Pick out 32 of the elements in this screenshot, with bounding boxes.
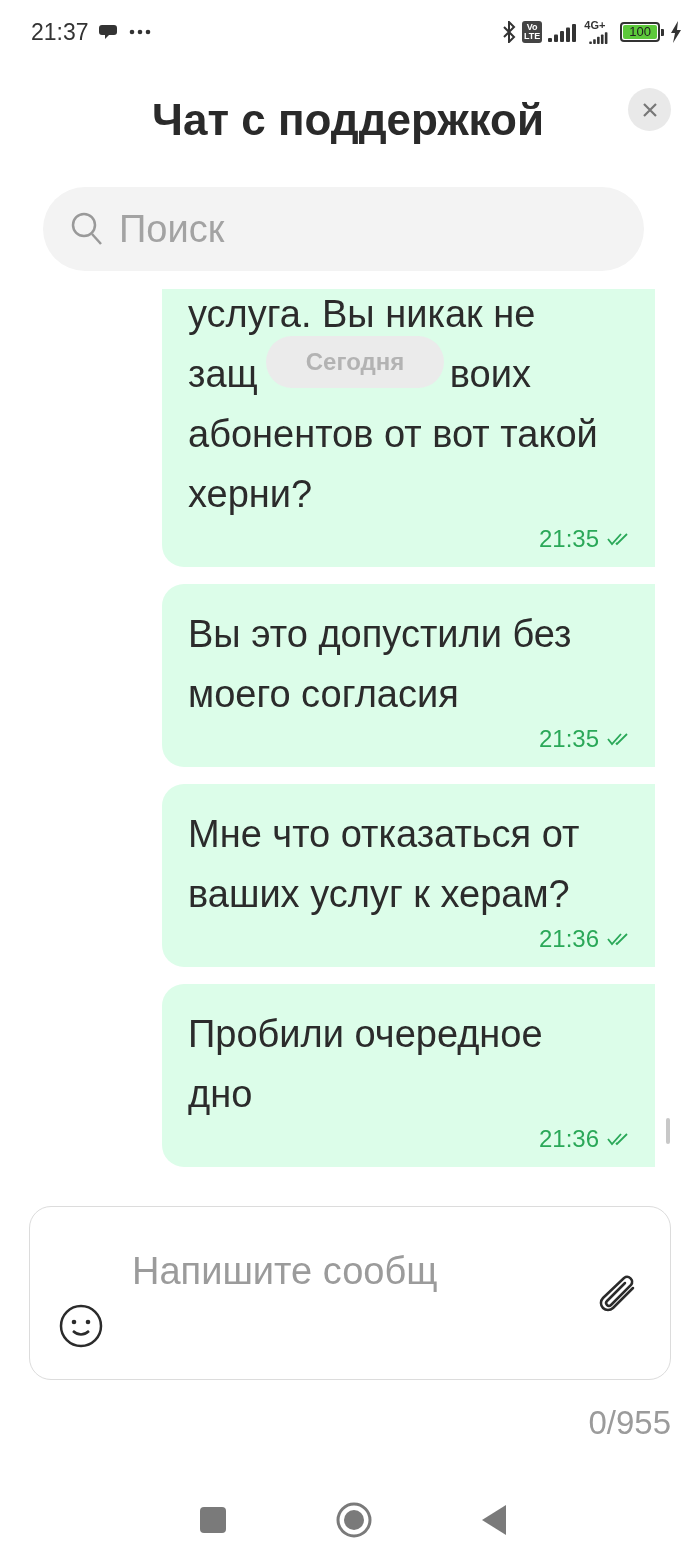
message-time: 21:35	[538, 725, 599, 753]
message-text: абонентов от вот такой херни?	[188, 412, 599, 517]
message-field[interactable]: Напишите сообщ	[29, 1206, 671, 1380]
date-chip: Сегодня	[266, 336, 444, 388]
more-icon	[128, 29, 151, 35]
message-text: воих	[449, 352, 531, 397]
search-icon	[71, 212, 103, 246]
close-button[interactable]	[628, 88, 671, 131]
message-text: услуга. Вы никак не	[188, 292, 537, 337]
charging-icon	[670, 21, 682, 43]
search-input[interactable]: Поиск	[117, 206, 521, 252]
message-text: Пробили очередное дно	[188, 1012, 544, 1117]
message-text: защ	[188, 352, 258, 397]
message-input[interactable]: Напишите сообщ	[130, 1249, 469, 1294]
chat-bubble-icon	[98, 22, 119, 42]
home-button[interactable]	[336, 1502, 372, 1538]
message-text: Вы это допустили без моего согласия	[188, 612, 573, 717]
message-text: Мне что отказаться от ваших услуг к херам?	[188, 812, 581, 917]
message-time: 21:35	[538, 525, 599, 553]
close-icon	[641, 101, 658, 118]
back-button[interactable]	[482, 1505, 508, 1535]
clock: 21:37	[31, 18, 89, 46]
chat-title: Чат с поддержкой	[151, 94, 545, 146]
network-type: 4G+	[584, 20, 606, 31]
volte-icon: Vo LTE	[521, 21, 543, 43]
search-field[interactable]: Поиск	[43, 187, 644, 271]
message-time: 21:36	[538, 925, 599, 953]
bluetooth-icon	[501, 21, 516, 43]
message-time: 21:36	[538, 1125, 599, 1153]
character-counter: 0/955	[587, 1404, 671, 1442]
signal-icon	[548, 22, 579, 42]
scrollbar	[666, 1118, 670, 1144]
